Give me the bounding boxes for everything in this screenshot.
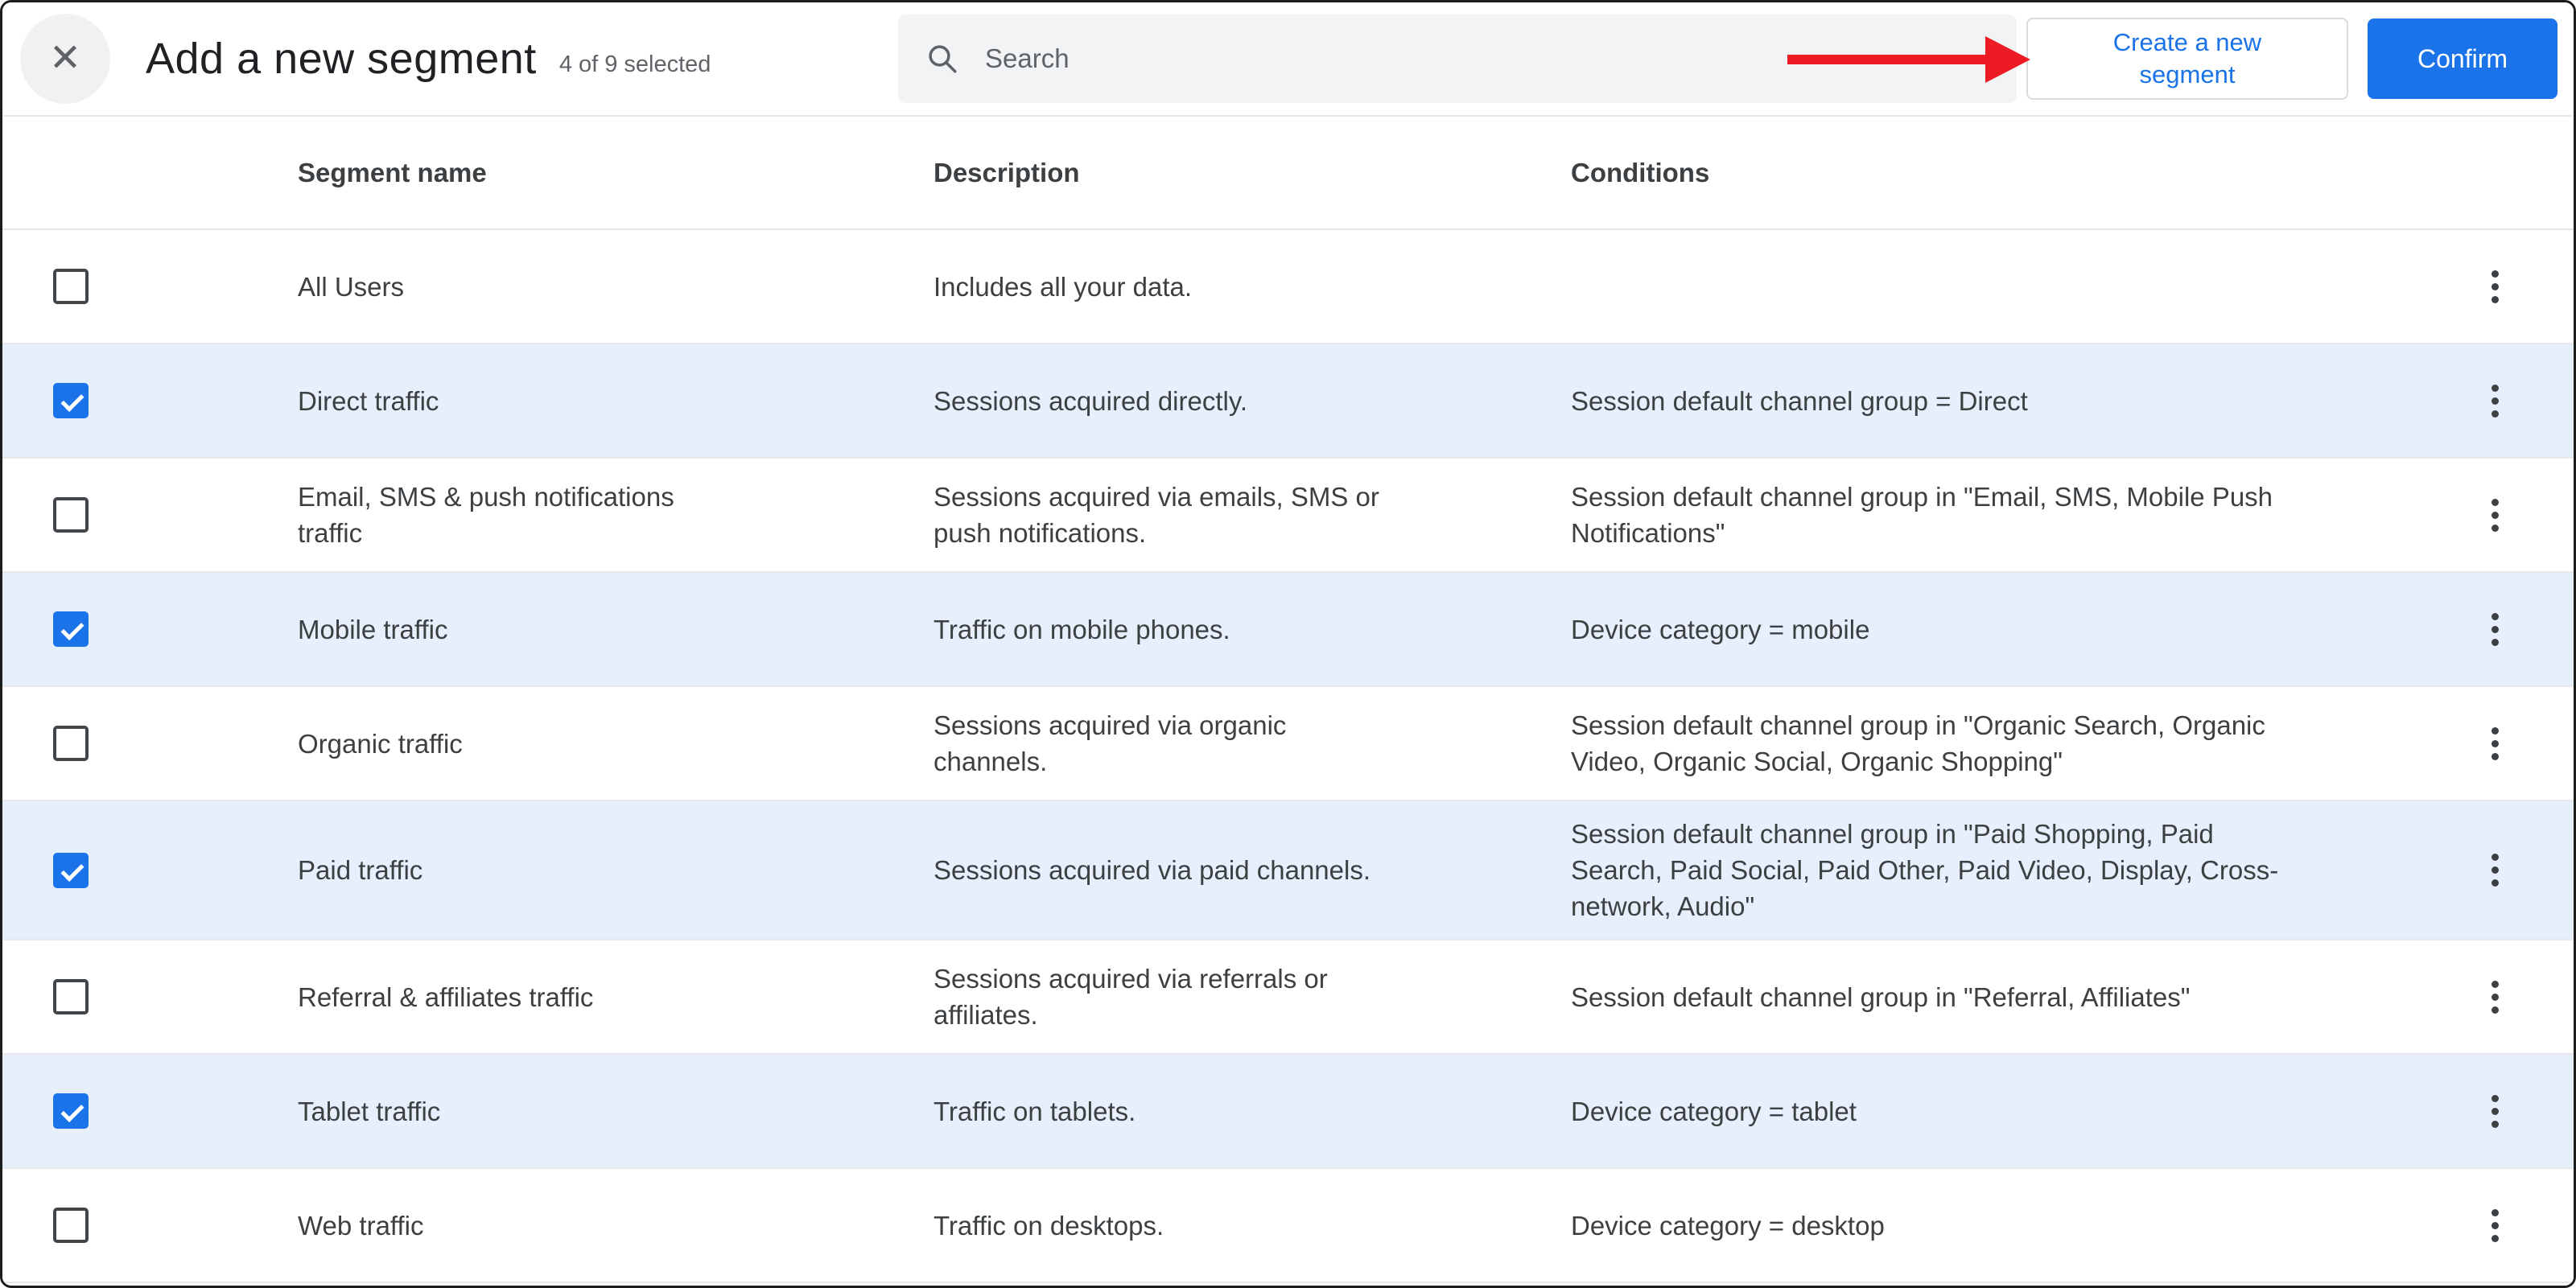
menu-cell [2416, 718, 2574, 770]
table-row[interactable]: Organic traffic Sessions acquired via or… [2, 687, 2574, 801]
segment-name: Organic traffic [298, 728, 463, 759]
kebab-menu-icon[interactable] [2475, 1085, 2515, 1138]
table-row[interactable]: Direct traffic Sessions acquired directl… [2, 344, 2574, 459]
checkbox-cell [2, 269, 298, 304]
kebab-menu-icon[interactable] [2475, 718, 2515, 770]
column-header-description: Description [934, 158, 1080, 187]
column-header-conditions: Conditions [1571, 158, 1710, 187]
segment-description: Sessions acquired via referrals or affil… [934, 964, 1328, 1030]
segment-name: All Users [298, 271, 405, 302]
menu-cell [2416, 971, 2574, 1023]
close-button[interactable]: ✕ [20, 14, 110, 104]
row-checkbox[interactable] [53, 726, 89, 761]
selection-count: 4 of 9 selected [558, 51, 711, 77]
kebab-menu-icon[interactable] [2475, 603, 2515, 656]
row-checkbox[interactable] [53, 1208, 89, 1243]
menu-cell [2416, 261, 2574, 313]
segment-description: Sessions acquired via organic channels. [934, 710, 1287, 776]
row-checkbox[interactable] [53, 383, 89, 418]
close-icon: ✕ [48, 37, 82, 80]
row-checkbox[interactable] [53, 979, 89, 1014]
segment-conditions: Session default channel group in "Paid S… [1571, 819, 2279, 921]
row-checkbox[interactable] [53, 497, 89, 533]
row-checkbox[interactable] [53, 1093, 89, 1129]
checkbox-cell [2, 611, 298, 647]
table-row[interactable]: Mobile traffic Traffic on mobile phones.… [2, 573, 2574, 687]
segment-description: Traffic on desktops. [934, 1210, 1164, 1241]
segments-table: Segment name Description Conditions All … [2, 117, 2574, 1286]
segment-conditions: Device category = desktop [1571, 1210, 1885, 1241]
segment-description: Includes all your data. [934, 271, 1193, 302]
checkbox-cell [2, 383, 298, 418]
segment-description: Sessions acquired via paid channels. [934, 855, 1371, 885]
kebab-menu-icon[interactable] [2475, 489, 2515, 541]
confirm-button[interactable]: Confirm [2368, 19, 2557, 99]
menu-cell [2416, 844, 2574, 896]
segment-conditions: Session default channel group in "Organi… [1571, 710, 2265, 776]
menu-cell [2416, 1200, 2574, 1252]
kebab-menu-icon[interactable] [2475, 261, 2515, 313]
table-row[interactable]: All Users Includes all your data. [2, 230, 2574, 344]
checkbox-cell [2, 979, 298, 1014]
search-input[interactable] [985, 43, 1989, 74]
column-header-segment-name: Segment name [298, 158, 487, 187]
segment-conditions: Session default channel group = Direct [1571, 385, 2028, 416]
checkbox-cell [2, 1093, 298, 1129]
table-row[interactable]: Referral & affiliates traffic Sessions a… [2, 940, 2574, 1055]
segment-conditions: Device category = mobile [1571, 614, 1870, 644]
table-body: All Users Includes all your data. Direct… [2, 230, 2574, 1286]
table-row[interactable]: Paid traffic Sessions acquired via paid … [2, 801, 2574, 940]
menu-cell [2416, 375, 2574, 427]
menu-cell [2416, 1085, 2574, 1138]
kebab-menu-icon[interactable] [2475, 375, 2515, 427]
segment-name: Paid traffic [298, 855, 423, 885]
segment-name: Email, SMS & push notifications traffic [298, 482, 674, 548]
kebab-menu-icon[interactable] [2475, 844, 2515, 896]
checkbox-cell [2, 497, 298, 533]
segment-name: Referral & affiliates traffic [298, 981, 594, 1012]
segment-description: Traffic on tablets. [934, 1096, 1136, 1126]
dialog-header: ✕ Add a new segment 4 of 9 selected Crea… [2, 2, 2574, 117]
page-title: Add a new segment [146, 35, 537, 83]
kebab-menu-icon[interactable] [2475, 1200, 2515, 1252]
segment-description: Sessions acquired directly. [934, 385, 1248, 416]
table-row[interactable]: Web traffic Traffic on desktops. Device … [2, 1169, 2574, 1283]
table-header-row: Segment name Description Conditions [2, 117, 2574, 230]
row-checkbox[interactable] [53, 611, 89, 647]
table-row[interactable]: Tablet traffic Traffic on tablets. Devic… [2, 1055, 2574, 1169]
segment-name: Mobile traffic [298, 614, 448, 644]
table-row[interactable]: Email, SMS & push notifications traffic … [2, 459, 2574, 573]
row-checkbox[interactable] [53, 852, 89, 888]
row-checkbox[interactable] [53, 269, 89, 304]
search-bar[interactable] [898, 14, 2017, 103]
segment-conditions: Session default channel group in "Referr… [1571, 981, 2191, 1012]
segment-conditions: Session default channel group in "Email,… [1571, 482, 2273, 548]
segment-conditions: Device category = tablet [1571, 1096, 1857, 1126]
checkbox-cell [2, 726, 298, 761]
segment-name: Web traffic [298, 1210, 424, 1241]
checkbox-cell [2, 1208, 298, 1243]
menu-cell [2416, 489, 2574, 541]
kebab-menu-icon[interactable] [2475, 971, 2515, 1023]
segment-name: Direct traffic [298, 385, 439, 416]
search-icon [925, 42, 959, 76]
segment-description: Traffic on mobile phones. [934, 614, 1230, 644]
checkbox-cell [2, 852, 298, 888]
segment-description: Sessions acquired via emails, SMS or pus… [934, 482, 1379, 548]
create-segment-button[interactable]: Create a new segment [2026, 18, 2348, 100]
menu-cell [2416, 603, 2574, 656]
add-segment-dialog: ✕ Add a new segment 4 of 9 selected Crea… [0, 0, 2576, 1288]
segment-name: Tablet traffic [298, 1096, 441, 1126]
